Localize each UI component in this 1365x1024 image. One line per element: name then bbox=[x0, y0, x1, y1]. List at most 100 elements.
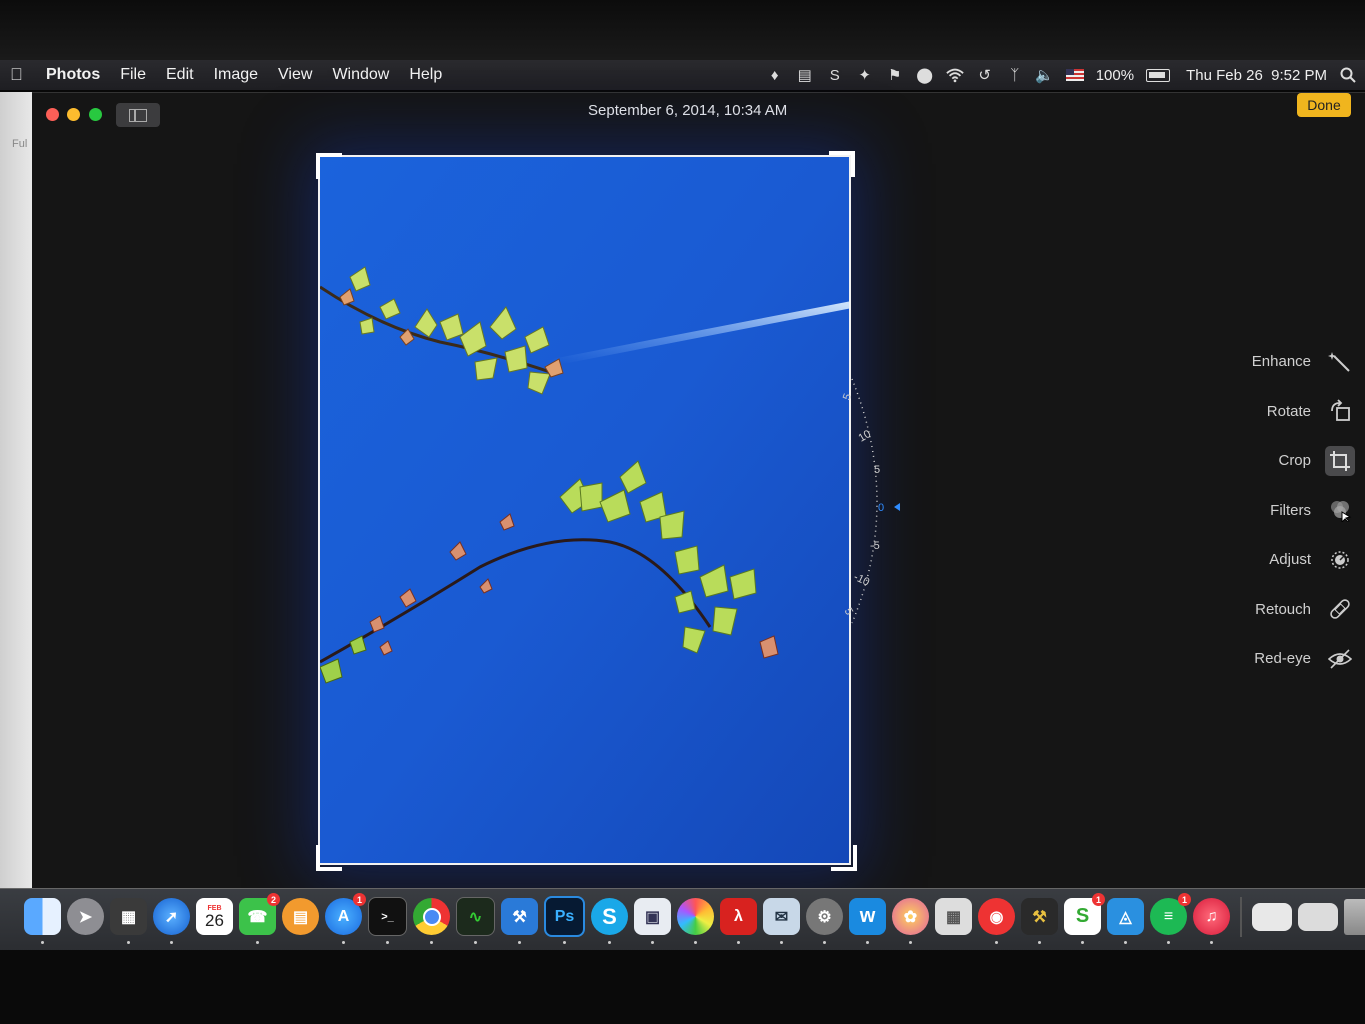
activity-monitor-icon[interactable]: ∿ bbox=[456, 897, 495, 944]
photos-app-icon[interactable] bbox=[677, 898, 714, 944]
script-s-icon[interactable]: S bbox=[826, 66, 844, 84]
menubar-clock[interactable]: Thu Feb 26 9:52 PM bbox=[1186, 67, 1327, 84]
xcode-icon[interactable]: ⚒ bbox=[501, 898, 538, 944]
crop-icon bbox=[1325, 445, 1355, 476]
tool-filters[interactable]: Filters bbox=[1105, 486, 1365, 536]
adjust-icon bbox=[1325, 545, 1355, 575]
menu-window[interactable]: Window bbox=[332, 66, 389, 84]
crop-handle-top-right[interactable] bbox=[829, 151, 855, 177]
finder-icon[interactable] bbox=[24, 898, 61, 944]
app-store-badge: 1 bbox=[353, 893, 366, 906]
apple-menu-icon[interactable]:  bbox=[10, 65, 32, 85]
calendar-icon[interactable]: FEB 26 bbox=[196, 898, 233, 935]
itunes-icon[interactable]: ♫ bbox=[1193, 898, 1230, 944]
tool-label: Adjust bbox=[1269, 551, 1311, 569]
menu-view[interactable]: View bbox=[278, 66, 312, 84]
calendar-day: 26 bbox=[205, 910, 224, 930]
tool-label: Retouch bbox=[1255, 600, 1311, 618]
leaf-photo-image bbox=[320, 157, 849, 863]
notification-bell-icon[interactable]: ⚑ bbox=[886, 66, 904, 84]
dock: ➤ ▦ ➚ FEB 26 ☎ 2 ▤ A1 >_ ∿ ⚒ Ps S ▣ λ ✉ ⚙… bbox=[24, 893, 1365, 944]
crop-handle-bottom-right[interactable] bbox=[831, 845, 857, 871]
circle-app-icon[interactable]: ⬤ bbox=[916, 66, 934, 84]
facetime-icon[interactable]: ☎ 2 bbox=[239, 893, 280, 944]
spotlight-search-icon[interactable] bbox=[1339, 66, 1357, 84]
tool-label: Rotate bbox=[1266, 402, 1311, 420]
preview-icon[interactable]: ▣ bbox=[634, 898, 671, 944]
screen-bezel-top bbox=[0, 0, 1365, 60]
wunderlist-icon[interactable]: w bbox=[849, 898, 886, 944]
crop-handle-bottom-left[interactable] bbox=[316, 845, 342, 871]
system-preferences-icon[interactable]: ⚙ bbox=[806, 898, 843, 944]
fullscreen-window-button[interactable] bbox=[89, 108, 102, 121]
slack-icon[interactable]: S1 bbox=[1064, 893, 1105, 944]
tool-rotate[interactable]: Rotate bbox=[1105, 387, 1365, 437]
background-window-label: Ful bbox=[12, 138, 28, 150]
evernote-icon[interactable]: ♦ bbox=[766, 66, 784, 84]
filters-icon bbox=[1325, 495, 1355, 525]
pin-icon[interactable]: ✦ bbox=[856, 66, 874, 84]
minimize-window-button[interactable] bbox=[67, 108, 80, 121]
dial-current-value: 0 bbox=[878, 502, 884, 514]
slack-badge: 1 bbox=[1092, 893, 1105, 906]
us-flag-icon[interactable] bbox=[1065, 69, 1084, 81]
facetime-badge: 2 bbox=[267, 893, 280, 906]
menu-edit[interactable]: Edit bbox=[166, 66, 194, 84]
flower-app-icon[interactable]: ✿ bbox=[892, 898, 929, 944]
close-window-button[interactable] bbox=[46, 108, 59, 121]
photos-edit-window: September 6, 2014, 10:34 AM Done 5 10 5 … bbox=[32, 92, 1365, 889]
crop-handle-top-left[interactable] bbox=[316, 153, 342, 179]
tool-retouch[interactable]: Retouch bbox=[1105, 585, 1365, 635]
bluetooth-icon[interactable]: ᛉ bbox=[1006, 66, 1024, 84]
launchpad-icon[interactable]: ➤ bbox=[67, 898, 104, 935]
ibooks-icon[interactable]: ▤ bbox=[282, 898, 319, 935]
spotify-badge: 1 bbox=[1178, 893, 1191, 906]
acrobat-icon[interactable]: λ bbox=[720, 898, 757, 944]
mission-control-icon[interactable]: ▦ bbox=[110, 898, 147, 944]
bandage-icon bbox=[1325, 594, 1355, 624]
red-eye-icon bbox=[1325, 644, 1355, 674]
dial-tick-label: -10 bbox=[852, 571, 871, 589]
menu-image[interactable]: Image bbox=[214, 66, 258, 84]
automator-icon[interactable]: ⚒ bbox=[1021, 898, 1058, 944]
scanner-icon[interactable]: ▤ bbox=[796, 66, 814, 84]
minimized-window-1[interactable] bbox=[1252, 902, 1292, 931]
photoshop-icon[interactable]: Ps bbox=[544, 896, 585, 944]
menu-help[interactable]: Help bbox=[409, 66, 442, 84]
safari-icon[interactable]: ➚ bbox=[153, 898, 190, 944]
background-window: Ful bbox=[0, 92, 32, 892]
tool-adjust[interactable]: Adjust bbox=[1105, 535, 1365, 585]
testflight-icon[interactable]: ◬ bbox=[1107, 898, 1144, 944]
photoshop-label: Ps bbox=[554, 907, 575, 925]
wifi-icon[interactable] bbox=[946, 66, 964, 84]
menu-file[interactable]: File bbox=[120, 66, 146, 84]
crop-photo[interactable] bbox=[318, 155, 851, 865]
netease-music-icon[interactable]: ◉ bbox=[978, 898, 1015, 944]
app-store-icon[interactable]: A1 bbox=[325, 893, 366, 944]
chrome-icon[interactable] bbox=[413, 898, 450, 944]
tool-red-eye[interactable]: Red-eye bbox=[1105, 634, 1365, 684]
trash-icon[interactable] bbox=[1344, 898, 1365, 935]
tool-crop[interactable]: Crop bbox=[1105, 436, 1365, 486]
dock-separator bbox=[1240, 896, 1242, 937]
tool-label: Enhance bbox=[1251, 353, 1311, 371]
mail-icon[interactable]: ✉ bbox=[763, 898, 800, 944]
edit-tools-panel: Enhance Rotate Crop Filters Adjust Retou… bbox=[1105, 337, 1365, 684]
menu-app-photos[interactable]: Photos bbox=[46, 66, 100, 84]
straighten-dial[interactable]: 5 10 5 0 -5 -10 5 bbox=[840, 373, 960, 633]
dial-tick-label: 5 bbox=[841, 392, 854, 402]
skype-icon[interactable]: S bbox=[591, 898, 628, 944]
toggle-sidebar-button[interactable] bbox=[116, 103, 160, 127]
volume-icon[interactable]: 🔈 bbox=[1035, 66, 1054, 84]
dial-tick-label: 5 bbox=[842, 606, 855, 617]
calculator-icon[interactable]: ▦ bbox=[935, 898, 972, 935]
minimized-window-2[interactable] bbox=[1298, 902, 1338, 931]
done-button[interactable]: Done bbox=[1297, 93, 1351, 117]
spotify-icon[interactable]: ≡ 1 bbox=[1150, 893, 1191, 944]
dial-tick-label: -5 bbox=[870, 540, 880, 552]
tool-enhance[interactable]: Enhance bbox=[1105, 337, 1365, 387]
time-machine-icon[interactable]: ↺ bbox=[976, 66, 994, 84]
terminal-icon[interactable]: >_ bbox=[368, 897, 407, 944]
battery-icon[interactable] bbox=[1146, 68, 1171, 82]
tool-label: Filters bbox=[1270, 501, 1311, 519]
